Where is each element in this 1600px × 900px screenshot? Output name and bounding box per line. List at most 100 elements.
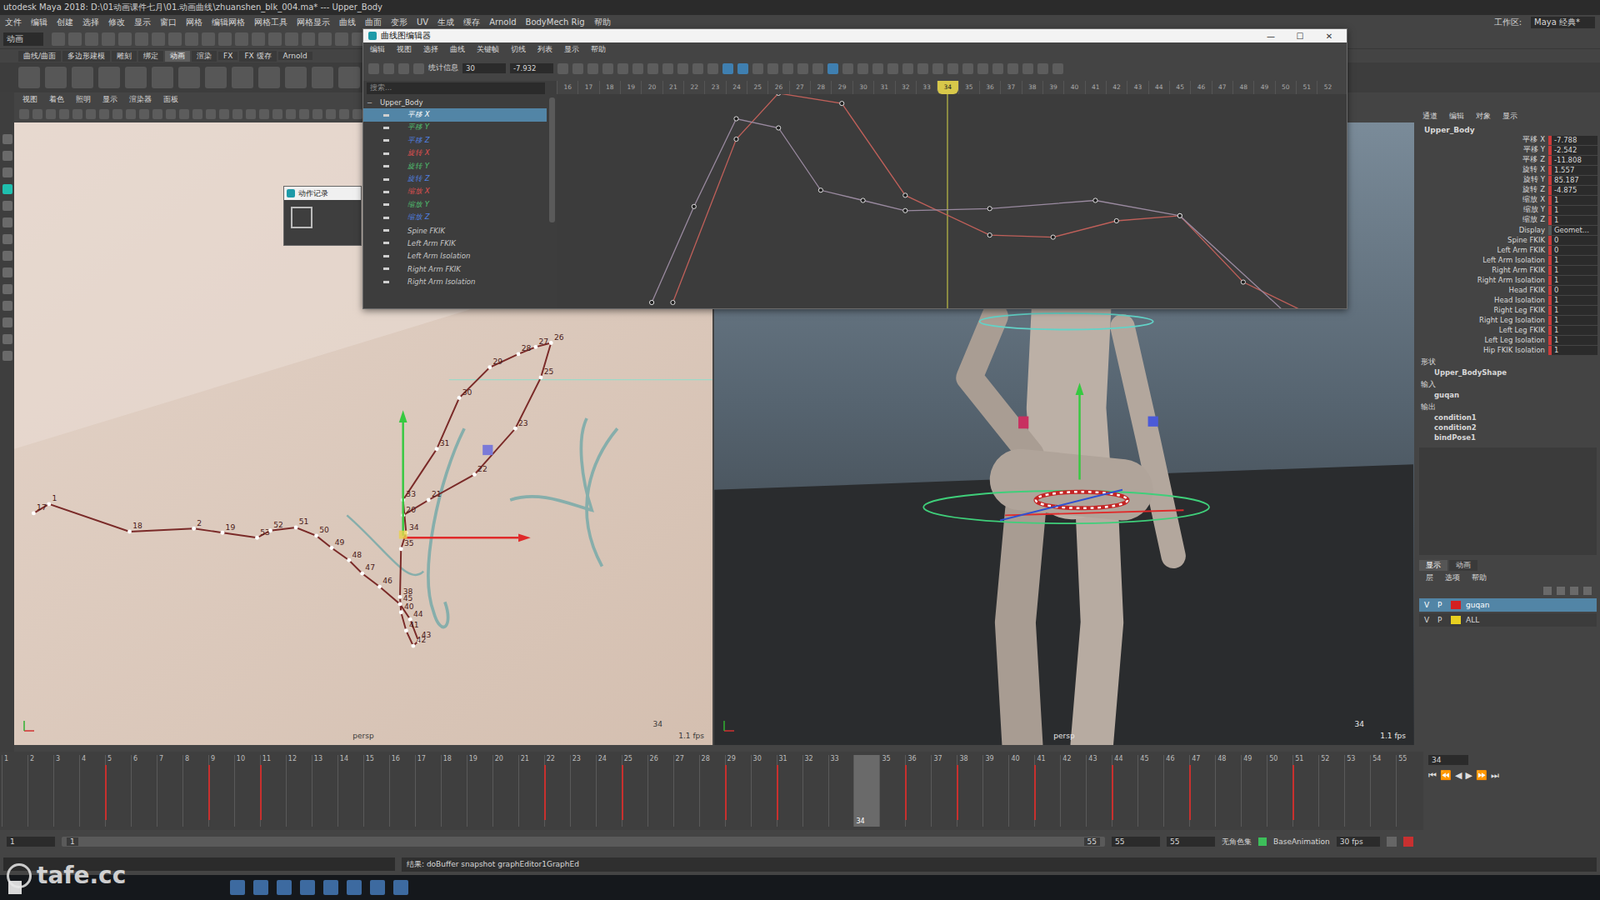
- graph-tool-icon[interactable]: [572, 63, 584, 75]
- channel-box-menu[interactable]: 对象: [1475, 110, 1491, 122]
- timeline-frame[interactable]: 46: [1163, 755, 1190, 827]
- keyframe-point[interactable]: [1177, 213, 1182, 218]
- layer-menu[interactable]: 帮助: [1471, 572, 1487, 584]
- attribute-row[interactable]: 平移 Y-2.542: [1415, 145, 1600, 155]
- graph-editor-window[interactable]: 曲线图编辑器—☐✕编辑视图选择曲线关键帧切线列表显示帮助统计信息30-7.932…: [362, 28, 1348, 310]
- layer-tool-icon[interactable]: [1570, 586, 1579, 595]
- timeline-frame[interactable]: 16: [389, 755, 415, 827]
- graph-editor-menu-item[interactable]: 帮助: [590, 44, 606, 55]
- graph-tool-icon[interactable]: [992, 63, 1004, 75]
- move-y-axis[interactable]: [401, 420, 404, 535]
- timeline-frame[interactable]: 32: [802, 755, 829, 827]
- taskbar-icon[interactable]: [346, 880, 362, 895]
- workspace-dropdown[interactable]: Maya 经典*: [1530, 16, 1595, 29]
- outliner-channel[interactable]: 缩放 Z: [363, 211, 547, 225]
- keyframe-point[interactable]: [691, 204, 696, 209]
- outliner-channel[interactable]: 旋转 Z: [363, 172, 547, 185]
- layer-menu[interactable]: 层: [1425, 572, 1434, 584]
- timeline-frame[interactable]: 28: [699, 755, 725, 827]
- panel-menu-item[interactable]: 照明: [75, 94, 91, 105]
- graph-tool-icon[interactable]: [692, 63, 704, 75]
- record-button[interactable]: [290, 206, 313, 229]
- attribute-row[interactable]: Right Leg Isolation1: [1415, 315, 1600, 325]
- keyframe-point[interactable]: [818, 188, 823, 193]
- panel-menu-item[interactable]: 面板: [163, 94, 179, 105]
- timeline-frame[interactable]: 42: [1060, 755, 1086, 827]
- menu-item[interactable]: 生成: [437, 16, 455, 29]
- tool-icon[interactable]: [301, 32, 315, 46]
- value-field[interactable]: -7.932: [510, 63, 554, 74]
- graph-tool-icon[interactable]: [1007, 63, 1019, 75]
- window-control[interactable]: —: [1258, 31, 1284, 41]
- plane-handle-icon[interactable]: [482, 445, 493, 455]
- shape-node[interactable]: Upper_BodyShape: [1415, 367, 1600, 378]
- timeline-frame[interactable]: 3: [53, 755, 80, 827]
- tool-icon[interactable]: [2, 267, 13, 278]
- layer-tab[interactable]: 显示: [1419, 560, 1448, 571]
- panel-tool-icon[interactable]: [179, 109, 190, 120]
- timeline-frame[interactable]: 25: [621, 755, 648, 827]
- menu-item[interactable]: 创建: [56, 16, 74, 29]
- tool-icon[interactable]: [2, 334, 13, 345]
- panel-menu-item[interactable]: 渲染器: [129, 94, 152, 105]
- graph-editor-menu-item[interactable]: 曲线: [450, 44, 465, 55]
- start-frame-field[interactable]: 1: [6, 836, 55, 847]
- attribute-row[interactable]: 平移 X-7.788: [1415, 135, 1600, 145]
- stats-field[interactable]: 30: [462, 63, 506, 74]
- window-control[interactable]: ☐: [1287, 31, 1313, 41]
- shelf-icon[interactable]: [125, 66, 147, 89]
- outliner-channel[interactable]: Right Arm FKIK: [363, 262, 547, 275]
- menu-item[interactable]: 修改: [108, 16, 125, 29]
- tool-icon[interactable]: [68, 32, 82, 46]
- timeline-frame[interactable]: 12: [285, 755, 312, 827]
- outliner-search[interactable]: 搜索...: [366, 82, 545, 95]
- keyframe-point[interactable]: [734, 136, 739, 141]
- graph-editor-menu-item[interactable]: 编辑: [370, 44, 385, 55]
- outliner-channel[interactable]: Left Arm FKIK: [363, 236, 547, 250]
- timeline-frame[interactable]: 41: [1034, 755, 1060, 827]
- panel-tool-icon[interactable]: [339, 109, 350, 120]
- arrow-up-icon[interactable]: [1075, 382, 1085, 395]
- attribute-row[interactable]: 缩放 Y1: [1415, 205, 1600, 215]
- shelf-tab[interactable]: FX 缓存: [239, 50, 276, 62]
- window-control[interactable]: ✕: [1316, 31, 1342, 41]
- attribute-row[interactable]: Left Arm Isolation1: [1415, 255, 1600, 265]
- control-square-icon[interactable]: [1018, 416, 1029, 430]
- panel-tool-icon[interactable]: [219, 109, 230, 120]
- graph-tool-icon[interactable]: [917, 63, 929, 75]
- panel-menu-item[interactable]: 着色: [49, 94, 65, 105]
- attribute-row[interactable]: Hip FKIK Isolation1: [1415, 345, 1600, 355]
- timeline-frame[interactable]: 31: [776, 755, 803, 827]
- tool-icon[interactable]: [2, 150, 13, 161]
- layer-tab[interactable]: 动画: [1449, 560, 1478, 571]
- menu-item[interactable]: UV: [416, 17, 429, 27]
- keyframe-point[interactable]: [776, 94, 781, 95]
- tool-icon[interactable]: [185, 32, 199, 46]
- outliner-channel[interactable]: Right Arm Isolation: [363, 275, 547, 288]
- timeline-frame[interactable]: 22: [544, 755, 570, 827]
- channel-box-menu[interactable]: 通道: [1422, 110, 1438, 122]
- outliner-root[interactable]: −Upper_Body: [363, 95, 547, 109]
- timeline-frame[interactable]: 44: [1111, 755, 1138, 827]
- keyframe-point[interactable]: [1114, 218, 1119, 223]
- taskbar-icon[interactable]: [276, 880, 292, 895]
- keyframe-point[interactable]: [1093, 198, 1098, 203]
- timeline-frame[interactable]: 14: [337, 755, 364, 827]
- shelf-icon[interactable]: [98, 66, 120, 89]
- keyframe-point[interactable]: [860, 198, 865, 203]
- graph-tool-icon[interactable]: [782, 63, 794, 75]
- layer-menu[interactable]: 选项: [1445, 572, 1460, 584]
- panel-tool-icon[interactable]: [232, 109, 243, 120]
- graph-tool-icon[interactable]: [752, 63, 764, 75]
- output-node[interactable]: condition1: [1415, 412, 1600, 423]
- tool-icon[interactable]: [2, 184, 13, 195]
- timeline-frame[interactable]: 37: [930, 755, 957, 827]
- graph-editor-menu-item[interactable]: 关键帧: [476, 44, 500, 55]
- attribute-row[interactable]: Spine FKIK0: [1415, 235, 1600, 245]
- timeline-frame[interactable]: 17: [415, 755, 441, 827]
- tool-icon[interactable]: [2, 200, 13, 211]
- arrow-right-icon[interactable]: [518, 533, 531, 542]
- tool-icon[interactable]: [2, 300, 13, 311]
- timeline-frame[interactable]: 43: [1085, 755, 1112, 827]
- menu-item[interactable]: 变形: [390, 16, 408, 29]
